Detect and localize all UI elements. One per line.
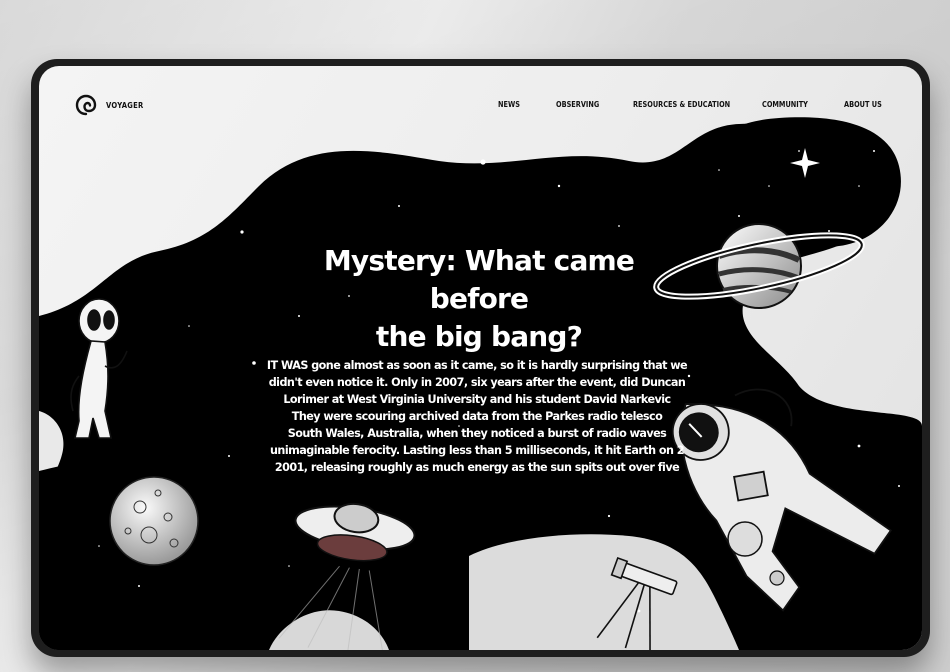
tiny-planet [769,570,785,586]
body-line: didn't even notice it. Only in 2007, six… [268,376,686,389]
hero-title-line: the big bang? [375,320,583,353]
nav-resources-education[interactable]: RESOURCES & EDUCATION [633,100,730,109]
body-line: Lorimer at West Virginia University and … [283,393,671,406]
hero-title: Mystery: What came before the big bang? [279,242,679,356]
spiral-logo-icon [75,94,97,116]
hero-body-text: IT WAS gone almost as soon as it came, s… [257,357,697,476]
body-line: 2001, releasing roughly as much energy a… [274,461,680,474]
nav-observing[interactable]: OBSERVING [556,100,599,109]
nav-about-us[interactable]: ABOUT US [844,100,882,109]
space-blob-corner [697,117,901,249]
body-line: They were scouring archived data from th… [291,410,663,423]
body-line: South Wales, Australia, when they notice… [287,427,667,440]
moon [109,476,199,566]
nav-community[interactable]: COMMUNITY [762,100,808,109]
brand-name: VOYAGER [106,100,144,110]
body-line: unimaginable ferocity. Lasting less than… [270,444,685,457]
top-navigation: VOYAGER NEWS OBSERVING RESOURCES & EDUCA… [39,66,922,136]
nav-news[interactable]: NEWS [498,100,520,109]
hero-title-line: Mystery: What came before [323,244,635,315]
device-frame: VOYAGER NEWS OBSERVING RESOURCES & EDUCA… [31,59,930,657]
body-line: IT WAS gone almost as soon as it came, s… [266,359,688,372]
website-screen: VOYAGER NEWS OBSERVING RESOURCES & EDUCA… [39,66,922,650]
brand-logo[interactable]: VOYAGER [74,93,150,117]
small-planet [727,521,763,557]
